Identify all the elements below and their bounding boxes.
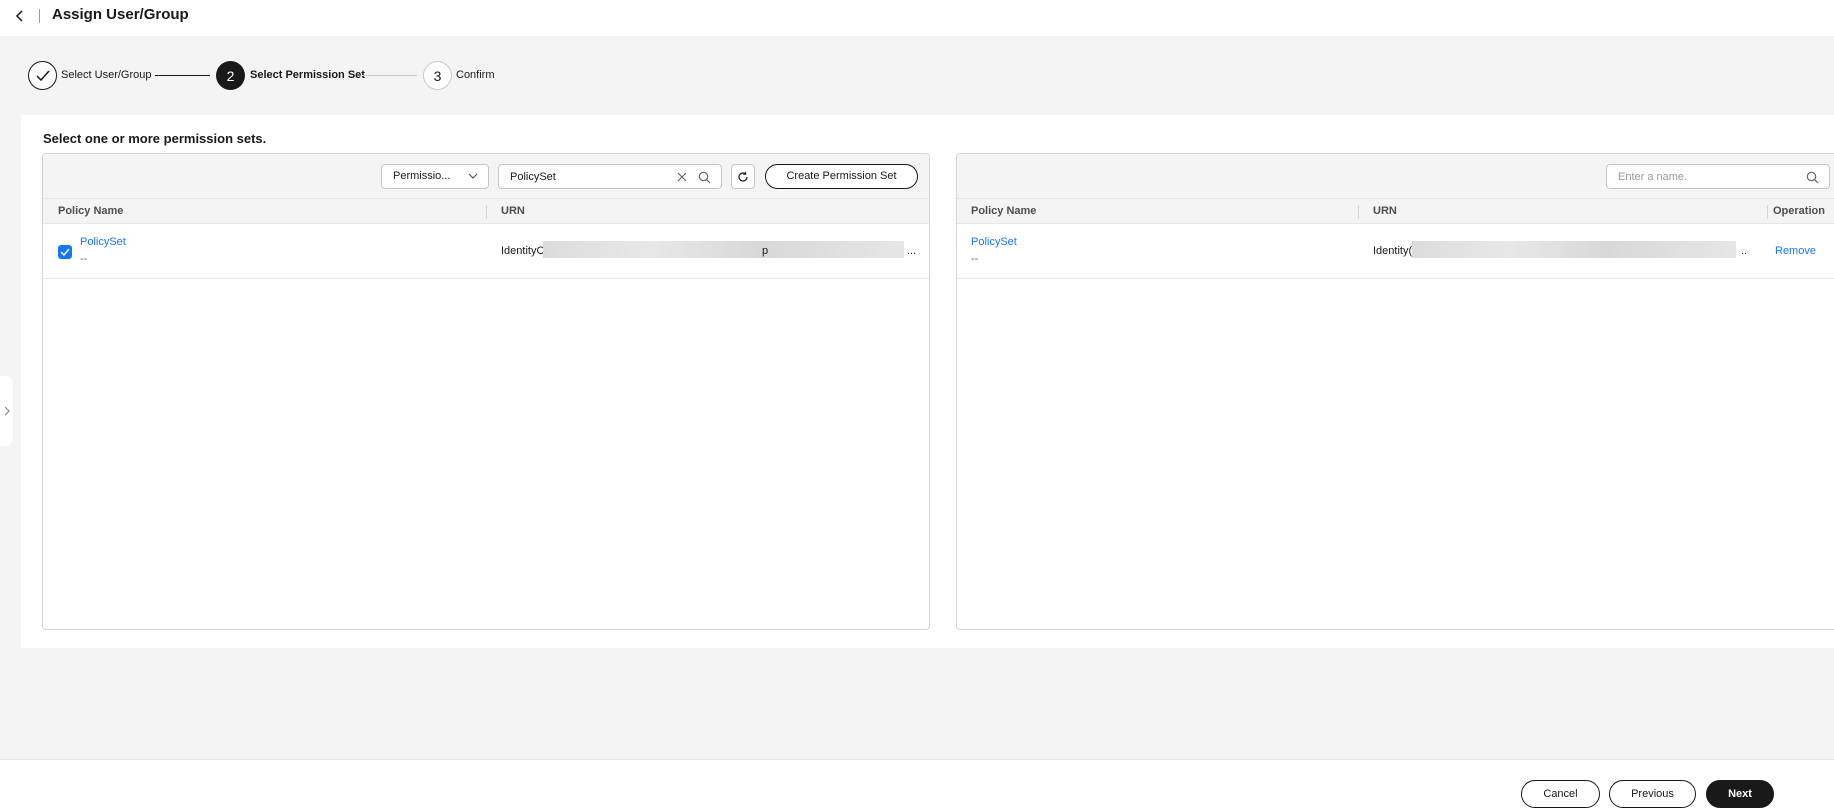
step-3-label: Confirm xyxy=(456,69,495,81)
permission-set-card: Select one or more permission sets. Perm… xyxy=(21,115,1834,648)
row-checkbox[interactable] xyxy=(58,245,72,259)
urn-ellipsis: ... xyxy=(907,245,917,257)
search-icon[interactable] xyxy=(698,171,711,184)
remove-link[interactable]: Remove xyxy=(1775,245,1816,257)
step-connector xyxy=(155,75,210,76)
table-row[interactable]: PolicySet -- IdentityC p ... xyxy=(43,224,929,279)
available-permission-sets-panel: Permissio... Create Permission Set Polic… xyxy=(42,153,930,630)
selected-permission-sets-panel: Policy Name URN Operation PolicySet -- I… xyxy=(956,153,1834,630)
urn-value: IdentityC xyxy=(501,245,545,257)
urn-redacted xyxy=(1412,241,1736,258)
checkmark-icon xyxy=(60,248,70,256)
chevron-left-icon xyxy=(15,10,23,22)
step-1-circle xyxy=(28,61,57,90)
search-box xyxy=(498,164,722,189)
name-search-input[interactable] xyxy=(1618,169,1778,185)
next-button[interactable]: Next xyxy=(1706,780,1774,808)
filter-select-value: Permissio... xyxy=(393,170,451,182)
chevron-right-icon xyxy=(4,406,10,416)
back-button[interactable] xyxy=(12,8,28,24)
toolbar xyxy=(957,154,1834,199)
sidebar-expand-tab[interactable] xyxy=(0,376,13,446)
policy-description: -- xyxy=(971,253,979,265)
column-header-policy-name: Policy Name xyxy=(971,205,1037,217)
refresh-icon xyxy=(738,171,748,182)
column-header-urn: URN xyxy=(1373,205,1397,217)
footer-bar: Cancel Previous Next xyxy=(0,759,1834,811)
step-connector xyxy=(362,75,417,76)
page-header: Assign User/Group xyxy=(0,0,1834,36)
policy-name-link[interactable]: PolicySet xyxy=(971,236,1017,248)
urn-value: Identity( xyxy=(1373,245,1413,257)
column-header-operation: Operation xyxy=(1773,205,1825,217)
close-icon[interactable] xyxy=(676,171,688,183)
filter-type-select[interactable]: Permissio... xyxy=(381,164,489,189)
column-divider xyxy=(486,205,487,219)
chevron-down-icon xyxy=(468,173,478,179)
step-2-circle: 2 xyxy=(216,61,245,90)
stepper: Select User/Group 2 Select Permission Se… xyxy=(28,61,628,91)
previous-button[interactable]: Previous xyxy=(1609,780,1696,808)
page-title: Assign User/Group xyxy=(52,6,189,23)
step-1-label: Select User/Group xyxy=(61,69,152,81)
step-2-label: Select Permission Set xyxy=(250,69,365,81)
search-input[interactable] xyxy=(510,169,670,185)
step-3-circle: 3 xyxy=(423,61,452,90)
create-permission-set-button[interactable]: Create Permission Set xyxy=(765,164,918,189)
search-icon[interactable] xyxy=(1806,171,1819,184)
urn-redacted xyxy=(543,241,904,258)
column-header-policy-name: Policy Name xyxy=(58,205,124,217)
header-divider xyxy=(39,9,40,23)
toolbar: Permissio... Create Permission Set xyxy=(43,154,929,199)
table-header: Policy Name URN Operation xyxy=(957,199,1834,224)
table-header: Policy Name URN xyxy=(43,199,929,224)
column-header-urn: URN xyxy=(501,205,525,217)
search-box xyxy=(1606,164,1830,189)
urn-visible-fragment: p xyxy=(762,245,769,257)
urn-ellipsis: .. xyxy=(1741,245,1748,257)
check-icon xyxy=(35,70,50,81)
table-row: PolicySet -- Identity( .. Remove xyxy=(957,224,1834,279)
policy-description: -- xyxy=(80,253,88,265)
cancel-button[interactable]: Cancel xyxy=(1521,780,1600,808)
card-title: Select one or more permission sets. xyxy=(43,131,267,146)
column-divider xyxy=(1767,205,1768,219)
refresh-button[interactable] xyxy=(731,164,755,189)
column-divider xyxy=(1358,205,1359,219)
policy-name-link[interactable]: PolicySet xyxy=(80,236,126,248)
